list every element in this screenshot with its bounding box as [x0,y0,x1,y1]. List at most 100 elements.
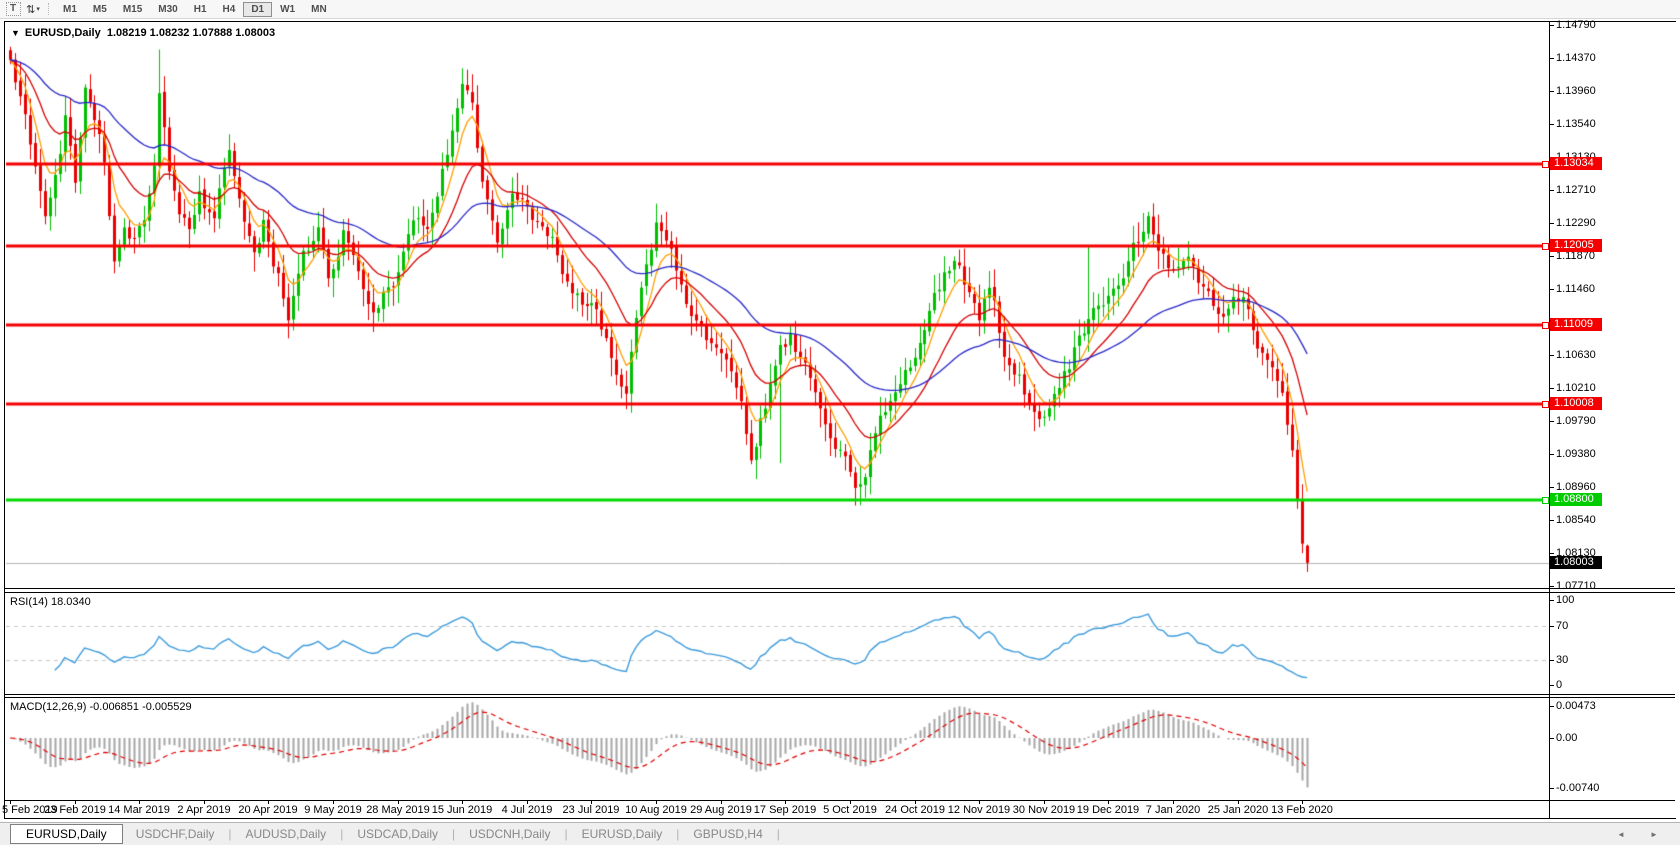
timeframe-button-m5[interactable]: M5 [85,2,115,17]
tab-scroll-left-icon[interactable]: ◄ [1617,830,1625,839]
price-tick-mark [1550,58,1554,59]
chart-tab-eurusd-daily[interactable]: EURUSD,Daily [569,825,676,843]
macd-name: MACD(12,26,9) [10,701,86,713]
price-line-tag: 1.10008 [1550,397,1602,410]
chart-tab-bar: EURUSD,DailyUSDCHF,Daily|AUDUSD,Daily|US… [0,822,1680,845]
rsi-level-label: 70 [1556,620,1568,632]
chevron-down-icon[interactable]: ▾ [36,5,40,13]
rsi-level-label: 30 [1556,654,1568,666]
price-line-anchor [1542,497,1549,504]
date-label: 17 Sep 2019 [750,804,820,816]
date-label: 15 Jun 2019 [427,804,497,816]
macd-panel-top-border [5,697,1675,698]
price-tick-mark [1550,289,1554,290]
metatrader-workspace: { "toolbar": { "text_tool_label": "T", "… [0,0,1680,844]
text-label-tool-button[interactable]: T [5,2,21,16]
timeframe-button-m30[interactable]: M30 [150,2,185,17]
macd-level-label: 0.00473 [1556,700,1596,712]
price-tick-mark [1550,124,1554,125]
price-line-tag: 1.08003 [1550,556,1602,569]
price-line-tag: 1.12005 [1550,239,1602,252]
symbol-dropdown-icon[interactable]: ▼ [11,28,20,38]
tab-divider: | [676,827,679,841]
price-tick-mark [1550,223,1554,224]
chart-tab-usdcad-daily[interactable]: USDCAD,Daily [344,825,451,843]
timeframe-button-m1[interactable]: M1 [55,2,85,17]
date-label: 5 Oct 2019 [815,804,885,816]
main-panel-bottom-border [5,588,1675,589]
price-line-tag: 1.11009 [1550,318,1602,331]
price-tick-label: 1.11460 [1556,283,1595,295]
price-tick-label: 1.14790 [1556,19,1596,31]
price-tick-label: 1.13540 [1556,118,1596,130]
text-tool-icon: T [6,2,21,16]
date-label: 14 Mar 2019 [104,804,174,816]
price-tick-mark [1550,25,1554,26]
date-label: 9 May 2019 [298,804,368,816]
rsi-current-value: 18.0340 [51,596,91,608]
timeframe-button-h1[interactable]: H1 [186,2,215,17]
tab-divider: | [777,827,780,841]
timeframe-button-m15[interactable]: M15 [115,2,150,17]
macd-tick-mark [1550,738,1554,739]
rsi-level-label: 100 [1556,594,1574,606]
price-line-tag: 1.08800 [1550,493,1602,506]
price-tick-label: 1.09790 [1556,415,1596,427]
rsi-tick-mark [1550,685,1554,686]
date-label: 23 Jul 2019 [556,804,626,816]
timeframe-button-d1[interactable]: D1 [243,2,272,17]
macd-tick-mark [1550,788,1554,789]
tab-divider: | [564,827,567,841]
timeframe-button-w1[interactable]: W1 [272,2,303,17]
price-line-anchor [1542,322,1549,329]
price-tick-label: 1.10210 [1556,382,1596,394]
date-label: 24 Oct 2019 [880,804,950,816]
date-label: 19 Dec 2019 [1073,804,1143,816]
rsi-indicator-label: RSI(14) 18.0340 [10,596,91,608]
price-tick-label: 1.09380 [1556,448,1596,460]
chart-tab-eurusd-daily[interactable]: EURUSD,Daily [10,824,123,844]
price-tick-mark [1550,586,1554,587]
date-label: 25 Jan 2020 [1203,804,1273,816]
toolbar-separator [48,3,50,15]
price-tick-mark [1550,454,1554,455]
date-label: 7 Jan 2020 [1138,804,1208,816]
tab-scroll-right-icon[interactable]: ► [1650,830,1658,839]
rsi-panel-bottom-border [5,694,1675,695]
rsi-tick-mark [1550,626,1554,627]
timeframe-button-h4[interactable]: H4 [215,2,244,17]
date-label: 29 Aug 2019 [686,804,756,816]
macd-current-values: -0.006851 -0.005529 [89,701,191,713]
macd-indicator-label: MACD(12,26,9) -0.006851 -0.005529 [10,701,192,713]
price-line-anchor [1542,161,1549,168]
arrows-tool-button[interactable]: ⇅ ▾ [25,2,41,16]
rsi-tick-mark [1550,660,1554,661]
window-border-top [4,21,1676,22]
price-tick-mark [1550,91,1554,92]
timeframe-button-mn[interactable]: MN [303,2,335,17]
price-line-anchor [1542,401,1549,408]
date-label: 30 Nov 2019 [1009,804,1079,816]
price-tick-label: 1.14370 [1556,52,1596,64]
tab-divider: | [340,827,343,841]
chart-tab-usdcnh-daily[interactable]: USDCNH,Daily [456,825,563,843]
date-label: 13 Feb 2020 [1267,804,1337,816]
price-tick-label: 1.07710 [1556,580,1596,592]
chart-tab-usdchf-daily[interactable]: USDCHF,Daily [123,825,228,843]
date-label: 28 May 2019 [363,804,433,816]
window-border-bottom [4,818,1676,819]
price-line-anchor [1542,243,1549,250]
macd-panel-bottom-border [5,800,1675,801]
chart-tab-audusd-daily[interactable]: AUDUSD,Daily [233,825,340,843]
price-tick-mark [1550,256,1554,257]
chart-symbol-label: EURUSD,Daily [25,27,101,39]
window-border-left [4,21,5,819]
price-tick-mark [1550,355,1554,356]
price-tick-mark [1550,553,1554,554]
price-chart-canvas[interactable] [0,0,1680,844]
price-tick-mark [1550,487,1554,488]
price-tick-mark [1550,421,1554,422]
price-axis-line[interactable] [1549,22,1550,818]
chart-tab-gbpusd-h4[interactable]: GBPUSD,H4 [680,825,775,843]
rsi-name: RSI(14) [10,596,48,608]
